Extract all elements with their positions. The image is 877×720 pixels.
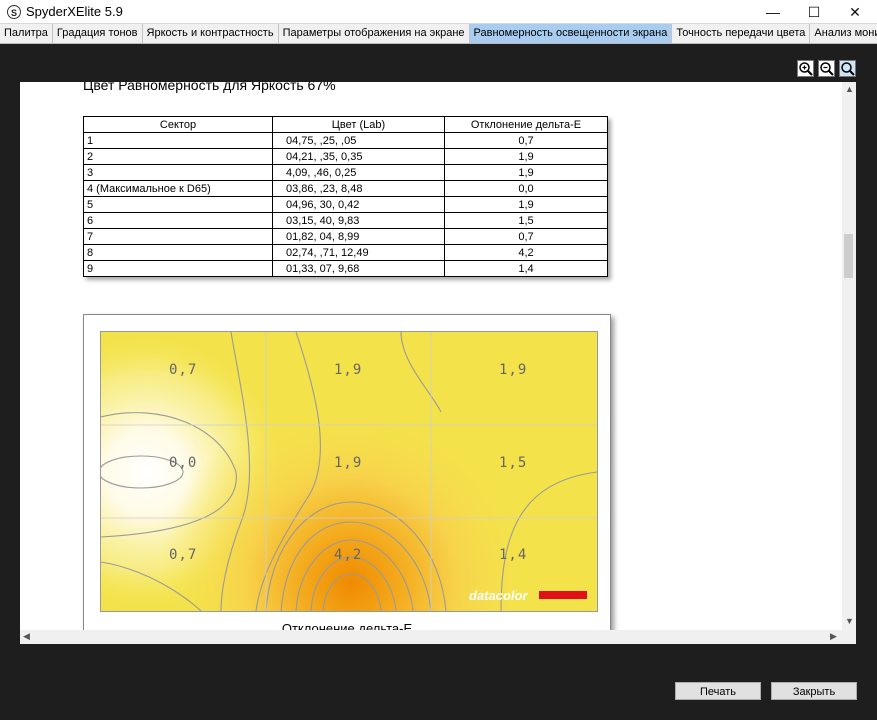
cell-lab: 01,82, 04, 8,99 (272, 228, 445, 245)
tab-bar: Палитра Градация тонов Яркость и контрас… (0, 24, 877, 44)
table-row: 9 01,33, 07, 9,68 1,4 (83, 260, 608, 277)
cell-sector: 6 (83, 212, 273, 229)
maximize-button[interactable]: ☐ (794, 0, 834, 24)
cell-sector: 9 (83, 260, 273, 277)
horizontal-scrollbar[interactable]: ◀ ▶ (20, 630, 842, 644)
column-header-delta-e: Отклонение дельта-E (444, 116, 608, 133)
close-button[interactable]: Закрыть (771, 682, 857, 700)
zoom-fit-button[interactable] (839, 60, 856, 77)
title-bar: S SpyderXElite 5.9 — ☐ ✕ (0, 0, 877, 24)
cell-sector: 7 (83, 228, 273, 245)
cell-lab: 03,15, 40, 9,83 (272, 212, 445, 229)
datacolor-logo: datacolor (469, 588, 528, 603)
section-title: Цвет Равномерность для Яркость 67% (83, 82, 336, 93)
datacolor-logo-bar (539, 591, 587, 599)
tab-brightness-contrast[interactable]: Яркость и контрастность (143, 24, 279, 43)
uniformity-table: Сектор Цвет (Lab) Отклонение дельта-E 1 … (83, 116, 608, 277)
cell-sector: 5 (83, 196, 273, 213)
app-icon: S (7, 5, 21, 19)
map-value-sector-9: 1,4 (499, 547, 528, 563)
cell-lab: 04,75, ,25, ,05 (272, 132, 445, 149)
minimize-button[interactable]: — (753, 0, 793, 24)
cell-lab: 04,96, 30, 0,42 (272, 196, 445, 213)
map-value-sector-8: 4,2 (334, 547, 363, 563)
zoom-fit-icon (841, 62, 855, 76)
zoom-in-button[interactable] (797, 60, 814, 77)
cell-lab: 4,09, ,46, 0,25 (272, 164, 445, 181)
cell-delta-e: 1,5 (444, 212, 608, 229)
cell-sector: 4 (Максимальное к D65) (83, 180, 273, 197)
cell-delta-e: 0,7 (444, 228, 608, 245)
cell-lab: 03,86, ,23, 8,48 (272, 180, 445, 197)
cell-delta-e: 1,9 (444, 164, 608, 181)
cell-delta-e: 4,2 (444, 244, 608, 261)
cell-delta-e: 1,9 (444, 148, 608, 165)
map-value-sector-6: 1,5 (499, 455, 528, 471)
tab-display-settings[interactable]: Параметры отображения на экране (279, 24, 470, 43)
column-header-sector: Сектор (83, 116, 273, 133)
tab-screen-uniformity[interactable]: Равномерность освещенности экрана (469, 24, 673, 43)
table-row: 7 01,82, 04, 8,99 0,7 (83, 228, 608, 245)
table-row: 4 (Максимальное к D65) 03,86, ,23, 8,48 … (83, 180, 608, 197)
uniformity-heatmap: 0,7 1,9 1,9 0,0 1,9 1,5 0,7 4,2 1,4 data… (100, 331, 598, 612)
table-header-row: Сектор Цвет (Lab) Отклонение дельта-E (83, 116, 608, 133)
tab-monitor-analysis[interactable]: Анализ монитора (810, 24, 877, 43)
map-value-sector-2: 1,9 (334, 362, 363, 378)
table-row: 6 03,15, 40, 9,83 1,5 (83, 212, 608, 229)
map-value-sector-7: 0,7 (169, 547, 198, 563)
window-title: SpyderXElite 5.9 (26, 4, 123, 19)
cell-sector: 3 (83, 164, 273, 181)
table-row: 2 04,21, ,35, 0,35 1,9 (83, 148, 608, 165)
cell-sector: 8 (83, 244, 273, 261)
uniformity-map-frame: 0,7 1,9 1,9 0,0 1,9 1,5 0,7 4,2 1,4 data… (83, 314, 611, 630)
scroll-right-icon[interactable]: ▶ (830, 631, 837, 642)
cell-lab: 01,33, 07, 9,68 (272, 260, 445, 277)
cell-delta-e: 0,7 (444, 132, 608, 149)
cell-sector: 1 (83, 132, 273, 149)
scroll-up-icon[interactable]: ▲ (845, 84, 854, 94)
map-value-sector-1: 0,7 (169, 362, 198, 378)
cell-delta-e: 1,9 (444, 196, 608, 213)
tab-palette[interactable]: Палитра (0, 24, 53, 43)
tab-color-accuracy[interactable]: Точность передачи цвета (672, 24, 811, 43)
cell-sector: 2 (83, 148, 273, 165)
cell-delta-e: 0,0 (444, 180, 608, 197)
cell-delta-e: 1,4 (444, 260, 608, 277)
scroll-left-icon[interactable]: ◀ (23, 631, 30, 642)
cell-lab: 02,74, ,71, 12,49 (272, 244, 445, 261)
cell-lab: 04,21, ,35, 0,35 (272, 148, 445, 165)
table-row: 1 04,75, ,25, ,05 0,7 (83, 132, 608, 149)
tab-tone-gradation[interactable]: Градация тонов (53, 24, 143, 43)
scroll-down-icon[interactable]: ▼ (845, 616, 854, 626)
zoom-out-button[interactable] (818, 60, 835, 77)
table-row: 8 02,74, ,71, 12,49 4,2 (83, 244, 608, 261)
vertical-scrollbar[interactable]: ▲ ▼ (842, 82, 856, 630)
zoom-in-icon (799, 62, 813, 76)
vertical-scroll-thumb[interactable] (844, 234, 853, 278)
map-value-sector-4: 0,0 (169, 455, 198, 471)
table-row: 5 04,96, 30, 0,42 1,9 (83, 196, 608, 213)
map-value-sector-3: 1,9 (499, 362, 528, 378)
column-header-lab: Цвет (Lab) (272, 116, 445, 133)
report-viewport[interactable]: Цвет Равномерность для Яркость 67% Секто… (20, 82, 856, 630)
map-value-sector-5: 1,9 (334, 455, 363, 471)
zoom-out-icon (820, 62, 834, 76)
table-row: 3 4,09, ,46, 0,25 1,9 (83, 164, 608, 181)
scrollbar-corner (842, 630, 856, 644)
close-window-button[interactable]: ✕ (835, 0, 875, 24)
map-caption: Отклонение дельта-E (281, 621, 413, 630)
print-button[interactable]: Печать (675, 682, 761, 700)
